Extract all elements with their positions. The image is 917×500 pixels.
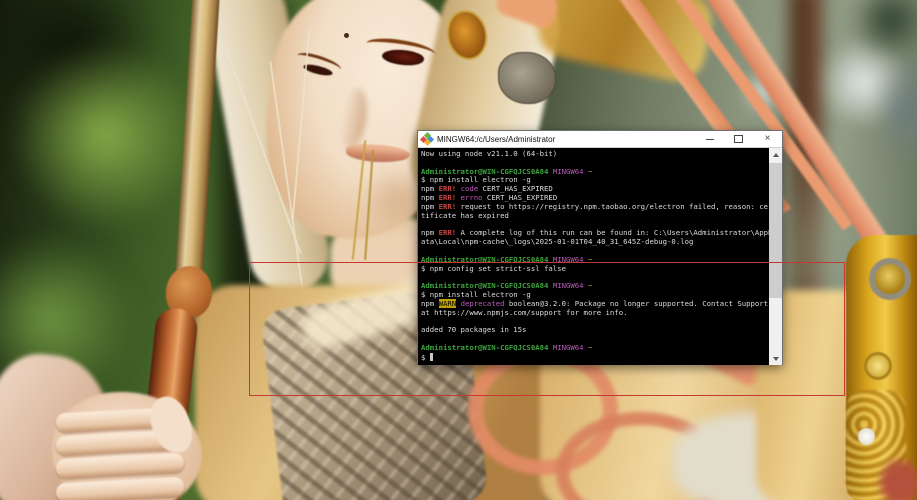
terminal-line: $ npm config set strict-ssl false: [421, 263, 768, 274]
terminal-text-segment: npm: [421, 298, 439, 308]
terminal-text-segment: ~: [587, 254, 593, 264]
terminal-text-segment: Administrator@WIN-CGFQJCS0A84: [421, 281, 549, 291]
terminal-text-segment: ERR!: [438, 201, 457, 211]
chevron-down-icon: [772, 356, 779, 361]
terminal-text-segment: boolean@3.2.0: Package no longer support…: [504, 298, 769, 308]
terminal-text-segment: deprecated: [460, 298, 505, 308]
terminal-text-segment: WARN: [438, 298, 457, 308]
terminal-text-segment: A complete log of this run can be found …: [456, 228, 773, 238]
terminal-text-segment: npm: [421, 228, 439, 238]
terminal-line: $: [421, 352, 768, 362]
msys2-app-icon: [419, 131, 435, 147]
maximize-button[interactable]: [724, 131, 753, 147]
terminal-text-segment: MINGW64: [552, 254, 584, 264]
terminal-text-segment: ERR!: [438, 228, 457, 238]
terminal-text-segment: ~: [587, 166, 593, 176]
terminal-scrollbar[interactable]: [769, 148, 782, 365]
terminal-console[interactable]: Now using node v21.1.0 (64-bit) Administ…: [418, 148, 782, 365]
mintty-terminal-window: MINGW64:/c/Users/Administrator × Now usi…: [417, 130, 783, 365]
terminal-line: tificate has expired: [421, 210, 768, 221]
terminal-text-segment: npm: [421, 184, 439, 194]
terminal-text-segment: ERR!: [438, 184, 457, 194]
minimize-button[interactable]: [695, 131, 724, 147]
terminal-output: Now using node v21.1.0 (64-bit) Administ…: [421, 149, 772, 362]
chevron-up-icon: [772, 152, 779, 157]
scroll-down-button[interactable]: [769, 352, 782, 365]
window-titlebar[interactable]: MINGW64:/c/Users/Administrator ×: [418, 131, 782, 148]
terminal-text-segment: errno: [460, 193, 483, 203]
minimize-icon: [705, 138, 714, 140]
terminal-text-segment: $ npm install electron -g: [421, 290, 531, 299]
terminal-text-segment: MINGW64: [552, 166, 584, 176]
scrollbar-thumb[interactable]: [769, 163, 782, 298]
terminal-line: Administrator@WIN-CGFQJCS0A84 MINGW64 ~: [421, 342, 768, 353]
terminal-text-segment: ~: [587, 342, 593, 352]
terminal-text-segment: request to https://registry.npm.taobao.o…: [456, 201, 773, 211]
terminal-text-segment: CERT_HAS_EXPIRED: [478, 184, 553, 194]
terminal-line: at https://www.npmjs.com/support for mor…: [421, 307, 768, 318]
terminal-text-segment: Administrator@WIN-CGFQJCS0A84: [421, 342, 549, 352]
photo-forehead-dot: [344, 33, 349, 38]
terminal-text-segment: $ npm install electron -g: [421, 175, 531, 185]
terminal-text-segment: MINGW64: [552, 281, 584, 291]
desktop: MINGW64:/c/Users/Administrator × Now usi…: [0, 0, 917, 500]
terminal-text-segment: code: [460, 184, 479, 194]
terminal-text-segment: MINGW64: [552, 342, 584, 352]
terminal-text-segment: $: [421, 352, 430, 362]
terminal-text-segment: ~: [587, 281, 593, 291]
terminal-line: added 70 packages in 15s: [421, 325, 768, 335]
terminal-text-segment: Now using node v21.1.0 (64-bit): [421, 149, 558, 158]
terminal-text-segment: Administrator@WIN-CGFQJCS0A84: [421, 166, 549, 176]
terminal-text-segment: added 70 packages in 15s: [421, 325, 527, 335]
photo-staff-jewel: [864, 352, 892, 380]
close-icon: ×: [764, 133, 771, 144]
close-button[interactable]: ×: [753, 131, 782, 147]
terminal-line: Now using node v21.1.0 (64-bit): [421, 149, 768, 159]
terminal-text-segment: $ npm config set strict-ssl false: [421, 263, 566, 273]
terminal-text-segment: tificate has expired: [421, 210, 509, 220]
window-controls: ×: [695, 131, 782, 147]
photo-green-bokeh: [10, 40, 200, 230]
terminal-text-segment: Administrator@WIN-CGFQJCS0A84: [421, 254, 549, 264]
window-title: MINGW64:/c/Users/Administrator: [437, 134, 556, 144]
photo-staff-jewel: [869, 258, 911, 300]
terminal-text-segment: npm: [421, 201, 439, 211]
terminal-text-segment: npm: [421, 193, 439, 203]
scroll-up-button[interactable]: [769, 148, 782, 161]
terminal-text-segment: at https://www.npmjs.com/support for mor…: [421, 307, 628, 317]
photo-silver-cuff: [498, 52, 556, 104]
terminal-text-segment: ERR!: [438, 193, 457, 203]
terminal-cursor: [429, 352, 434, 361]
terminal-text-segment: ata\Local\npm-cache\_logs\2025-01-01T04_…: [421, 237, 694, 247]
photo-red-ornament: [880, 460, 917, 500]
photo-crystal: [858, 428, 875, 445]
maximize-icon: [734, 135, 743, 143]
terminal-text-segment: CERT_HAS_EXPIRED: [482, 193, 558, 203]
terminal-line: ata\Local\npm-cache\_logs\2025-01-01T04_…: [421, 237, 768, 247]
